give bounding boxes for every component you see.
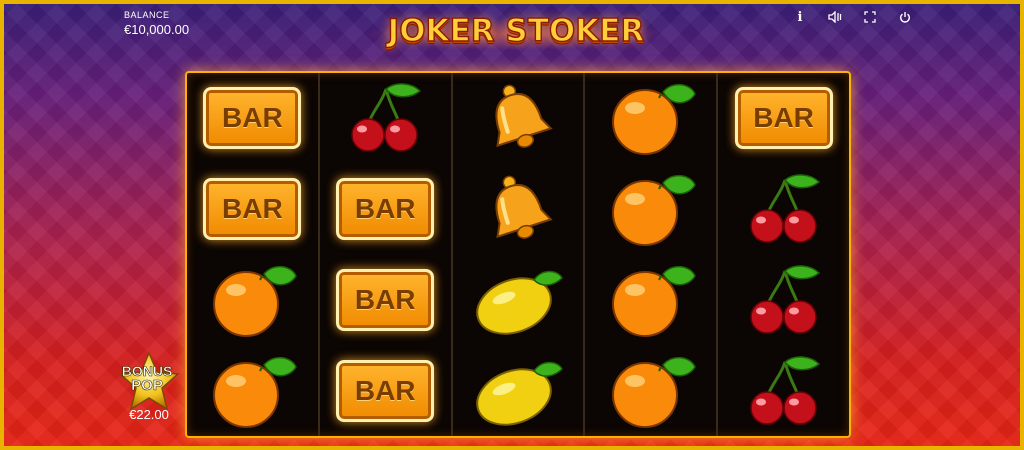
bar-label: BAR xyxy=(753,102,814,134)
bonus-pop-label: BONUS POP xyxy=(116,363,178,394)
reel-cell: BAR xyxy=(718,73,849,164)
reel-5: BAR xyxy=(718,73,849,436)
bar-label: BAR xyxy=(354,283,416,315)
balance-value: €10,000.00 xyxy=(124,22,190,37)
reel-cell: BAR xyxy=(320,345,451,436)
bar-symbol: BAR xyxy=(203,87,302,150)
bar-symbol: BAR xyxy=(336,359,435,422)
bar-symbol: BAR xyxy=(336,268,435,331)
reel-cell xyxy=(718,164,849,255)
game-logo: JOKER STOKER xyxy=(344,10,688,52)
reel-cell xyxy=(187,345,318,436)
lemon-icon xyxy=(468,259,568,341)
reel-3 xyxy=(453,73,586,436)
reel-cell xyxy=(585,345,716,436)
orange-icon xyxy=(202,350,302,432)
logo-title: JOKER STOKER xyxy=(387,12,645,49)
reel-cell xyxy=(453,164,584,255)
reel-cell: BAR xyxy=(320,255,451,346)
bonus-pop-badge[interactable]: BONUS POP €22.00 xyxy=(116,350,182,424)
info-icon[interactable]: i xyxy=(793,9,807,25)
reel-cell: BAR xyxy=(187,73,318,164)
hud-controls: i xyxy=(793,9,912,25)
reel-cell xyxy=(585,164,716,255)
game-frame: BALANCE €10,000.00 JOKER STOKER i BAR BAR… xyxy=(0,0,1024,450)
lemon-icon xyxy=(468,350,568,432)
orange-icon xyxy=(601,168,701,250)
power-icon[interactable] xyxy=(898,10,912,24)
bar-symbol: BAR xyxy=(734,87,833,150)
bonus-line1: BONUS xyxy=(121,363,173,379)
bar-label: BAR xyxy=(222,193,283,225)
reel-cell xyxy=(187,255,318,346)
reel-1: BAR BAR xyxy=(187,73,320,436)
orange-icon xyxy=(601,77,701,159)
balance-display: BALANCE €10,000.00 xyxy=(124,10,189,37)
bell-icon xyxy=(468,168,568,250)
reel-cell xyxy=(585,73,716,164)
orange-icon xyxy=(601,259,701,341)
reel-cell xyxy=(718,345,849,436)
info-glyph: i xyxy=(797,9,803,25)
reel-2: BAR BAR BAR xyxy=(320,73,453,436)
bar-symbol: BAR xyxy=(336,178,435,241)
reel-cell xyxy=(453,73,584,164)
fullscreen-icon[interactable] xyxy=(863,10,877,24)
reel-cell xyxy=(585,255,716,346)
cherry-icon xyxy=(734,168,834,250)
sound-icon[interactable] xyxy=(828,10,842,24)
bonus-line2: POP xyxy=(131,377,163,394)
balance-label: BALANCE xyxy=(124,10,170,20)
bar-label: BAR xyxy=(354,374,416,406)
bar-symbol: BAR xyxy=(203,178,302,241)
orange-icon xyxy=(202,259,302,341)
reel-cell: BAR xyxy=(187,164,318,255)
orange-icon xyxy=(601,350,701,432)
reel-cell xyxy=(453,255,584,346)
bar-label: BAR xyxy=(222,102,283,134)
bell-icon xyxy=(468,77,568,159)
reel-cell: BAR xyxy=(320,164,451,255)
reel-4 xyxy=(585,73,719,436)
cherry-icon xyxy=(734,350,834,432)
bar-label: BAR xyxy=(354,193,416,225)
cherry-icon xyxy=(734,259,834,341)
cherry-icon xyxy=(335,77,435,159)
reel-cell xyxy=(453,345,584,436)
reel-cell xyxy=(320,73,451,164)
bonus-pop-value: €22.00 xyxy=(129,407,169,422)
reel-cell xyxy=(718,255,849,346)
reel-grid: BAR BAR BAR BAR BAR BAR xyxy=(185,71,851,438)
